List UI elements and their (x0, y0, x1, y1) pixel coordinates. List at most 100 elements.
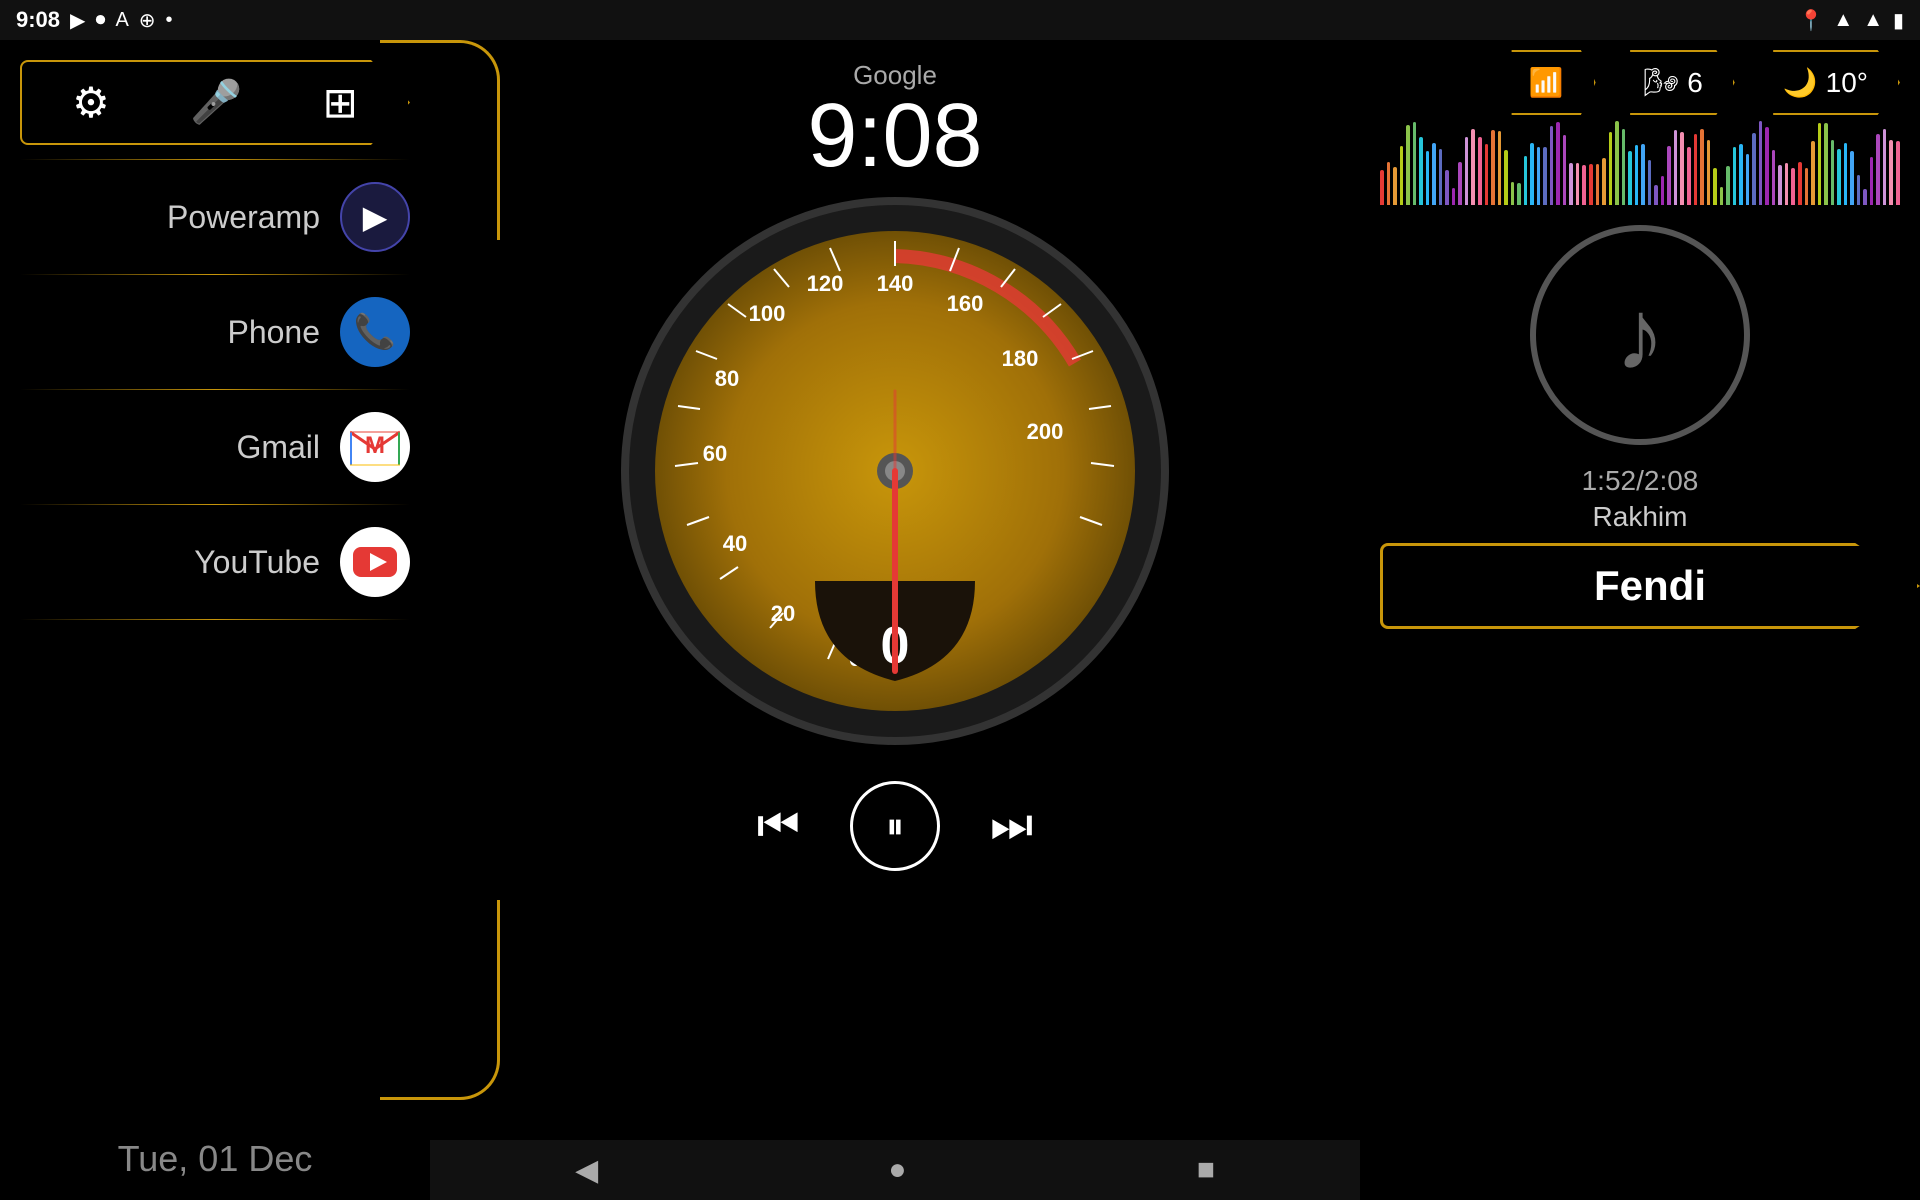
wifi-status-icon: ▲ (1833, 9, 1853, 32)
eq-bar (1811, 141, 1815, 205)
home-button[interactable]: ● (888, 1153, 906, 1187)
eq-bar (1883, 129, 1887, 205)
eq-bar (1654, 185, 1658, 205)
eq-bar (1857, 175, 1861, 205)
svg-text:200: 200 (1027, 419, 1064, 444)
eq-bar (1798, 162, 1802, 205)
youtube-item[interactable]: YouTube (0, 509, 430, 615)
temp-widget[interactable]: 🌙 10° (1751, 50, 1900, 115)
eq-bar (1726, 166, 1730, 205)
eq-bar (1870, 157, 1874, 205)
music-icon-circle[interactable]: ♪ (1530, 225, 1750, 445)
eq-bar (1667, 146, 1671, 205)
prev-button[interactable]: ⏮ (757, 798, 800, 854)
svg-text:60: 60 (703, 441, 727, 466)
eq-bar (1530, 143, 1534, 205)
youtube-label: YouTube (194, 544, 320, 581)
eq-bar (1694, 134, 1698, 205)
phone-icon[interactable]: 📞 (340, 297, 410, 367)
wind-value: 6 (1687, 67, 1703, 99)
eq-bar (1537, 147, 1541, 206)
eq-bar (1413, 122, 1417, 205)
eq-bar (1759, 121, 1763, 205)
poweramp-label: Poweramp (167, 199, 320, 236)
media-controls: ⏮ ⏸ ⏭ (757, 781, 1033, 871)
eq-bar (1406, 125, 1410, 205)
status-bar: 9:08 ▶ ⏺ A ⊕ • 📍 ▲ ▲ ▮ (0, 0, 1920, 40)
eq-bar (1765, 127, 1769, 205)
right-panel: 📶 🌬 6 🌙 10° ♪ 1:52/2:08 Rakhim Fendi (1360, 40, 1920, 1200)
separator-3 (20, 389, 410, 390)
wind-widget[interactable]: 🌬 6 (1612, 50, 1735, 115)
pause-button[interactable]: ⏸ (850, 781, 940, 871)
eq-bar (1511, 182, 1515, 205)
gmail-item[interactable]: Gmail M (0, 394, 430, 500)
clock-display: 9:08 (807, 91, 982, 181)
eq-bar (1543, 147, 1547, 205)
eq-bar (1628, 151, 1632, 205)
stop-icon: ⏺ (95, 9, 105, 32)
eq-bar (1569, 163, 1573, 205)
eq-bar (1602, 158, 1606, 205)
mic-icon[interactable]: 🎤 (190, 78, 242, 127)
eq-bar (1778, 165, 1782, 205)
separator-2 (20, 274, 410, 275)
eq-bar (1635, 145, 1639, 205)
gmail-icon[interactable]: M (340, 412, 410, 482)
speedometer: 140 160 180 200 120 100 80 60 40 20 0 (615, 191, 1175, 751)
nav-bar: ◀ ● ■ (430, 1140, 1360, 1200)
svg-text:80: 80 (715, 366, 739, 391)
apps-icon[interactable]: ⊞ (323, 78, 358, 127)
separator-1 (20, 159, 410, 160)
youtube-icon[interactable] (340, 527, 410, 597)
a-icon: A (115, 9, 128, 32)
poweramp-item[interactable]: Poweramp ▶ (0, 164, 430, 270)
eq-bar (1471, 129, 1475, 205)
svg-text:180: 180 (1002, 346, 1039, 371)
status-time: 9:08 (16, 7, 60, 33)
settings-icon[interactable]: ⚙ (72, 78, 110, 127)
moon-icon: 🌙 (1783, 66, 1818, 99)
eq-bar (1818, 123, 1822, 205)
eq-bar (1700, 129, 1704, 205)
track-name-badge[interactable]: Fendi (1380, 543, 1920, 629)
music-note-icon: ♪ (1615, 278, 1665, 393)
google-header: Google 9:08 (807, 40, 982, 181)
eq-bar (1419, 137, 1423, 205)
eq-bar (1504, 150, 1508, 205)
eq-bar (1641, 144, 1645, 205)
svg-text:M: M (365, 432, 385, 459)
phone-label: Phone (227, 314, 320, 351)
eq-bar (1850, 151, 1854, 205)
eq-bar (1785, 163, 1789, 205)
svg-text:40: 40 (723, 531, 747, 556)
eq-bar (1524, 156, 1528, 205)
eq-bar (1465, 137, 1469, 205)
svg-text:100: 100 (749, 301, 786, 326)
eq-bar (1863, 189, 1867, 205)
gmail-label: Gmail (236, 429, 320, 466)
eq-bar (1452, 188, 1456, 205)
status-left-icons: 9:08 ▶ ⏺ A ⊕ • (16, 7, 173, 33)
recents-button[interactable]: ■ (1197, 1153, 1215, 1187)
poweramp-icon[interactable]: ▶ (340, 182, 410, 252)
wifi-widget[interactable]: 📶 (1497, 50, 1596, 115)
eq-bar (1576, 163, 1580, 205)
phone-item[interactable]: Phone 📞 (0, 279, 430, 385)
svg-text:160: 160 (947, 291, 984, 316)
eq-bar (1876, 134, 1880, 205)
track-time: 1:52/2:08 (1582, 465, 1699, 497)
back-button[interactable]: ◀ (575, 1153, 598, 1188)
eq-bar (1752, 133, 1756, 205)
eq-bar (1622, 129, 1626, 205)
eq-bar (1393, 167, 1397, 205)
separator-5 (20, 619, 410, 620)
eq-bar (1589, 164, 1593, 205)
eq-bar (1400, 146, 1404, 205)
eq-bar (1609, 132, 1613, 205)
weather-row: 📶 🌬 6 🌙 10° (1497, 50, 1900, 115)
battery-icon: ▮ (1893, 8, 1904, 33)
eq-bar (1844, 143, 1848, 205)
eq-bar (1596, 164, 1600, 205)
next-button[interactable]: ⏭ (990, 798, 1033, 854)
